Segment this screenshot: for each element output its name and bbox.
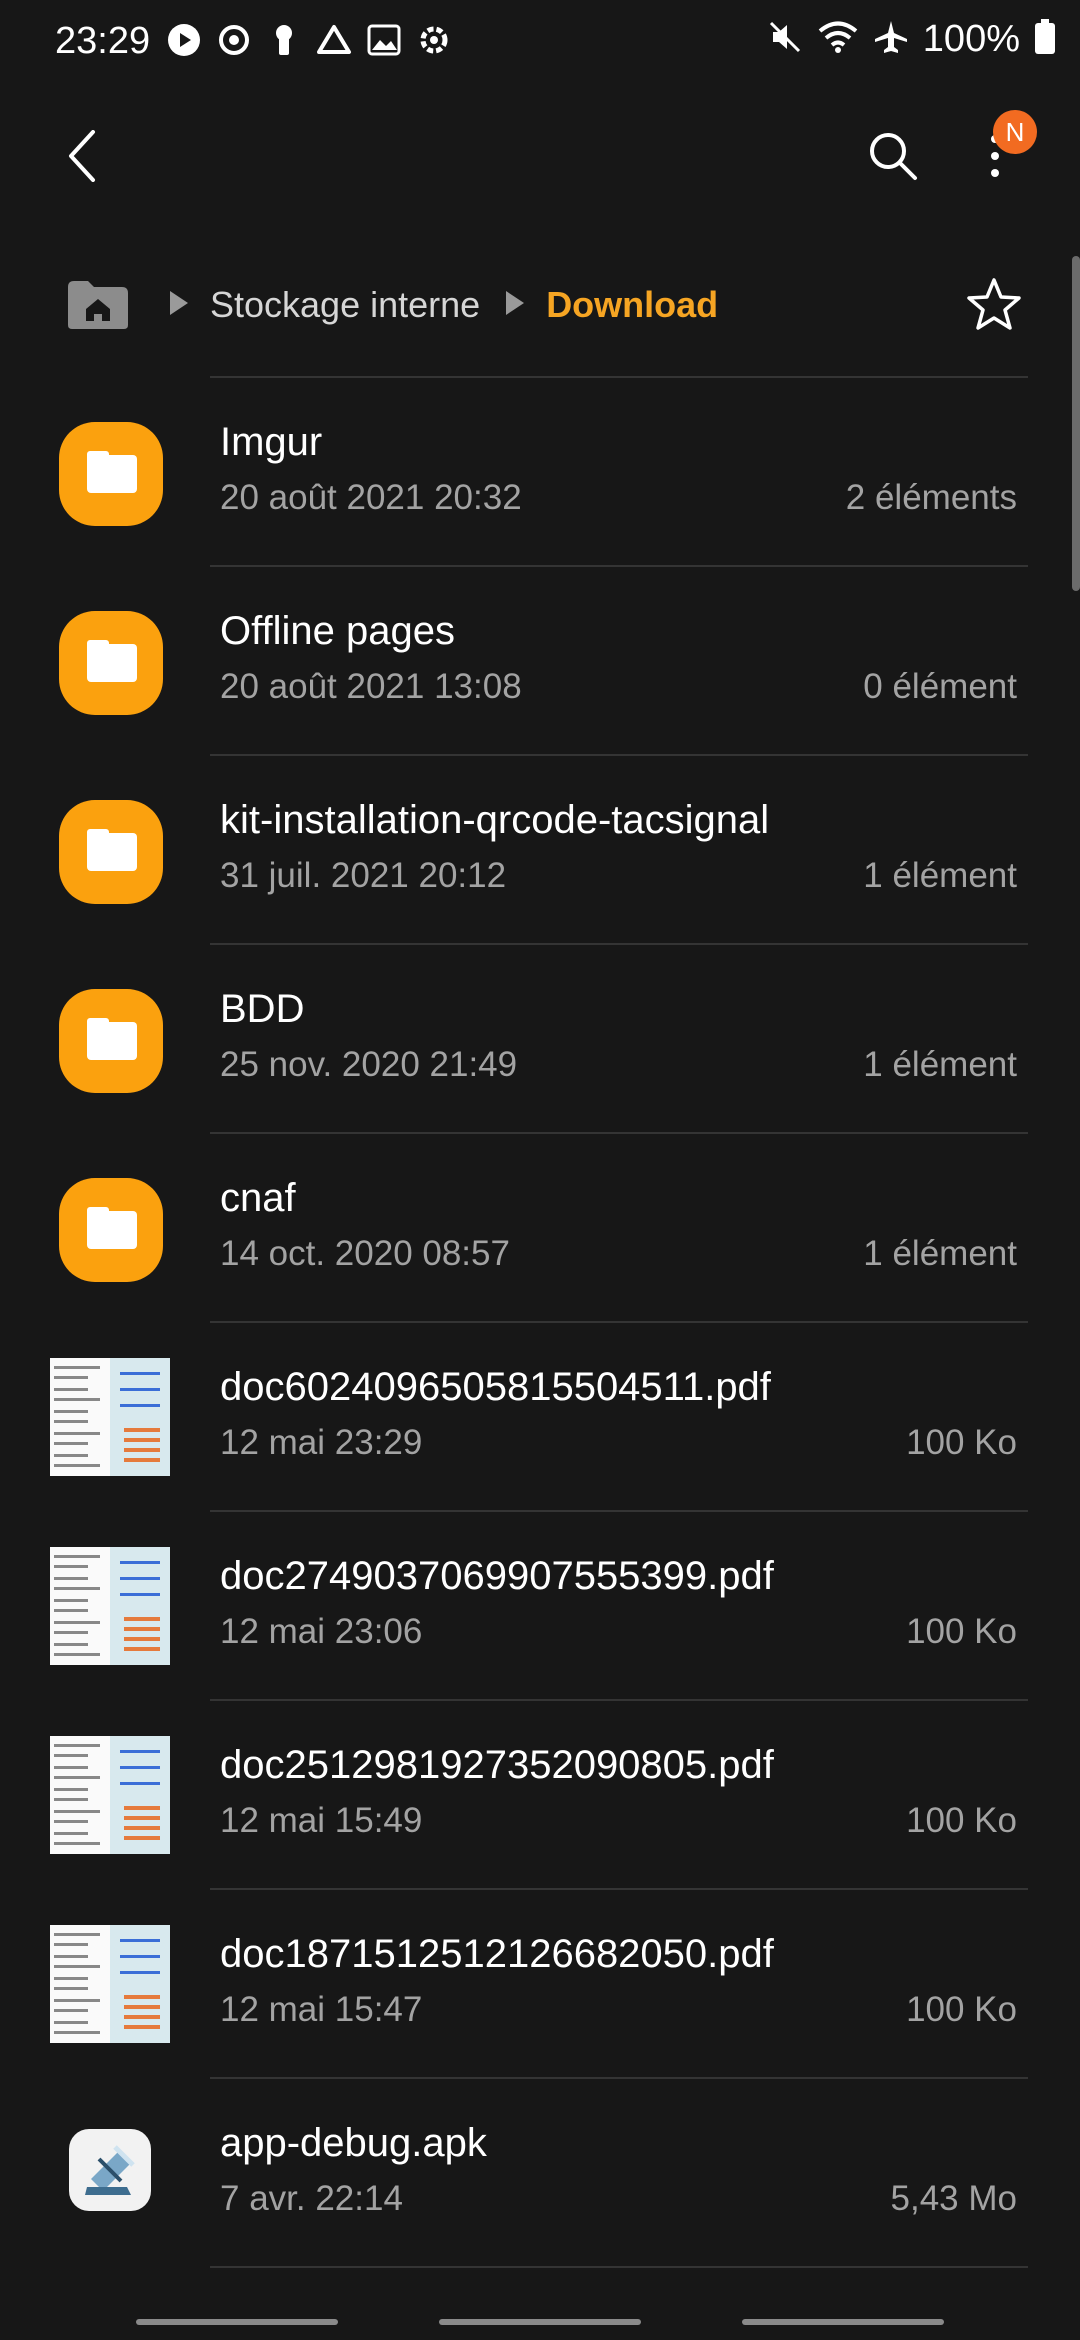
divider	[210, 2266, 1028, 2268]
item-date: 7 avr. 22:14	[220, 2179, 403, 2218]
item-date: 12 mai 23:29	[220, 1423, 423, 1462]
keyhole-icon	[266, 22, 302, 58]
wifi-icon	[817, 19, 859, 60]
item-name: cnaf	[220, 1176, 296, 1220]
item-date: 31 juil. 2021 20:12	[220, 856, 507, 895]
pdf-thumbnail	[50, 1547, 170, 1665]
list-item-folder[interactable]: cnaf 14 oct. 2020 08:57 1 élément	[0, 1132, 1080, 1321]
item-size: 100 Ko	[906, 1423, 1017, 1462]
item-name: app-debug.apk	[220, 2121, 487, 2165]
item-date: 14 oct. 2020 08:57	[220, 1234, 510, 1273]
nav-home-handle[interactable]	[439, 2319, 641, 2325]
folder-icon	[59, 611, 163, 715]
item-name: doc2512981927352090805.pdf	[220, 1743, 774, 1787]
item-name: Imgur	[220, 420, 323, 464]
item-count: 2 éléments	[845, 478, 1017, 517]
nav-recents-handle[interactable]	[136, 2319, 338, 2325]
item-size: 100 Ko	[906, 1612, 1017, 1651]
status-time: 23:29	[55, 20, 151, 62]
status-system-icons: 100%	[767, 18, 1056, 61]
notification-badge: N	[993, 110, 1037, 154]
item-count: 0 élément	[863, 667, 1017, 706]
divider	[210, 1132, 1028, 1134]
item-count: 1 élément	[863, 1045, 1017, 1084]
item-size: 5,43 Mo	[890, 2179, 1017, 2218]
nav-back-handle[interactable]	[742, 2319, 944, 2325]
item-date: 25 nov. 2020 21:49	[220, 1045, 518, 1084]
folder-icon	[59, 800, 163, 904]
list-item-folder[interactable]: Imgur 20 août 2021 20:32 2 éléments	[0, 376, 1080, 565]
item-name: doc1871512512126682050.pdf	[220, 1932, 774, 1976]
airplane-icon	[873, 19, 909, 60]
breadcrumb-separator-icon	[504, 289, 526, 322]
star-outline-icon	[967, 278, 1021, 330]
mute-icon	[767, 19, 803, 60]
item-date: 20 août 2021 13:08	[220, 667, 522, 706]
list-item-folder[interactable]: kit-installation-qrcode-tacsignal 31 jui…	[0, 754, 1080, 943]
divider	[210, 754, 1028, 756]
divider	[210, 1321, 1028, 1323]
item-name: doc2749037069907555399.pdf	[220, 1554, 774, 1598]
battery-percent: 100%	[922, 18, 1020, 60]
navigation-bar	[0, 2300, 1080, 2340]
divider	[210, 1699, 1028, 1701]
folder-icon	[59, 422, 163, 526]
search-button[interactable]	[853, 116, 933, 196]
list-item-folder[interactable]: Offline pages 20 août 2021 13:08 0 éléme…	[0, 565, 1080, 754]
back-arrow-icon	[69, 130, 95, 182]
settings-icon	[416, 22, 452, 58]
file-list: Imgur 20 août 2021 20:32 2 éléments Offl…	[0, 376, 1080, 2272]
play-icon	[166, 22, 202, 58]
folder-icon	[59, 1178, 163, 1282]
item-name: Offline pages	[220, 609, 455, 653]
item-name: BDD	[220, 987, 305, 1031]
breadcrumb: Stockage interne Download	[66, 270, 718, 340]
divider	[210, 943, 1028, 945]
item-date: 12 mai 23:06	[220, 1612, 423, 1651]
divider	[210, 565, 1028, 567]
home-icon[interactable]	[66, 279, 130, 331]
battery-icon	[1034, 19, 1056, 60]
apk-icon	[69, 2129, 151, 2211]
list-item-file[interactable]: doc1871512512126682050.pdf 12 mai 15:47 …	[0, 1888, 1080, 2077]
status-bar: 23:29 100%	[0, 0, 1080, 84]
item-date: 20 août 2021 20:32	[220, 478, 522, 517]
item-name: kit-installation-qrcode-tacsignal	[220, 798, 770, 842]
item-date: 12 mai 15:49	[220, 1801, 423, 1840]
item-date: 12 mai 15:47	[220, 1990, 423, 2029]
item-name: doc6024096505815504511.pdf	[220, 1365, 771, 1409]
list-item-folder[interactable]: BDD 25 nov. 2020 21:49 1 élément	[0, 943, 1080, 1132]
list-item-file[interactable]: doc6024096505815504511.pdf 12 mai 23:29 …	[0, 1321, 1080, 1510]
search-icon	[870, 133, 917, 180]
back-button[interactable]	[43, 116, 123, 196]
drive-icon	[316, 22, 352, 58]
divider	[210, 1888, 1028, 1890]
list-item-file[interactable]: doc2749037069907555399.pdf 12 mai 23:06 …	[0, 1510, 1080, 1699]
divider	[210, 1510, 1028, 1512]
sync-icon	[216, 22, 252, 58]
item-size: 100 Ko	[906, 1990, 1017, 2029]
image-icon	[366, 22, 402, 58]
list-item-file[interactable]: app-debug.apk 7 avr. 22:14 5,43 Mo	[0, 2077, 1080, 2266]
pdf-thumbnail	[50, 1736, 170, 1854]
breadcrumb-item-internal-storage[interactable]: Stockage interne	[210, 284, 480, 326]
divider	[210, 376, 1028, 378]
list-item-file[interactable]: doc2512981927352090805.pdf 12 mai 15:49 …	[0, 1699, 1080, 1888]
pdf-thumbnail	[50, 1358, 170, 1476]
breadcrumb-item-download[interactable]: Download	[546, 284, 718, 326]
pdf-thumbnail	[50, 1925, 170, 2043]
divider	[210, 2077, 1028, 2079]
breadcrumb-separator-icon	[168, 289, 190, 322]
item-size: 100 Ko	[906, 1801, 1017, 1840]
folder-icon	[59, 989, 163, 1093]
item-count: 1 élément	[863, 856, 1017, 895]
status-notification-icons	[166, 22, 452, 58]
item-count: 1 élément	[863, 1234, 1017, 1273]
list-end	[0, 2266, 1080, 2272]
favorite-button[interactable]	[958, 268, 1030, 340]
